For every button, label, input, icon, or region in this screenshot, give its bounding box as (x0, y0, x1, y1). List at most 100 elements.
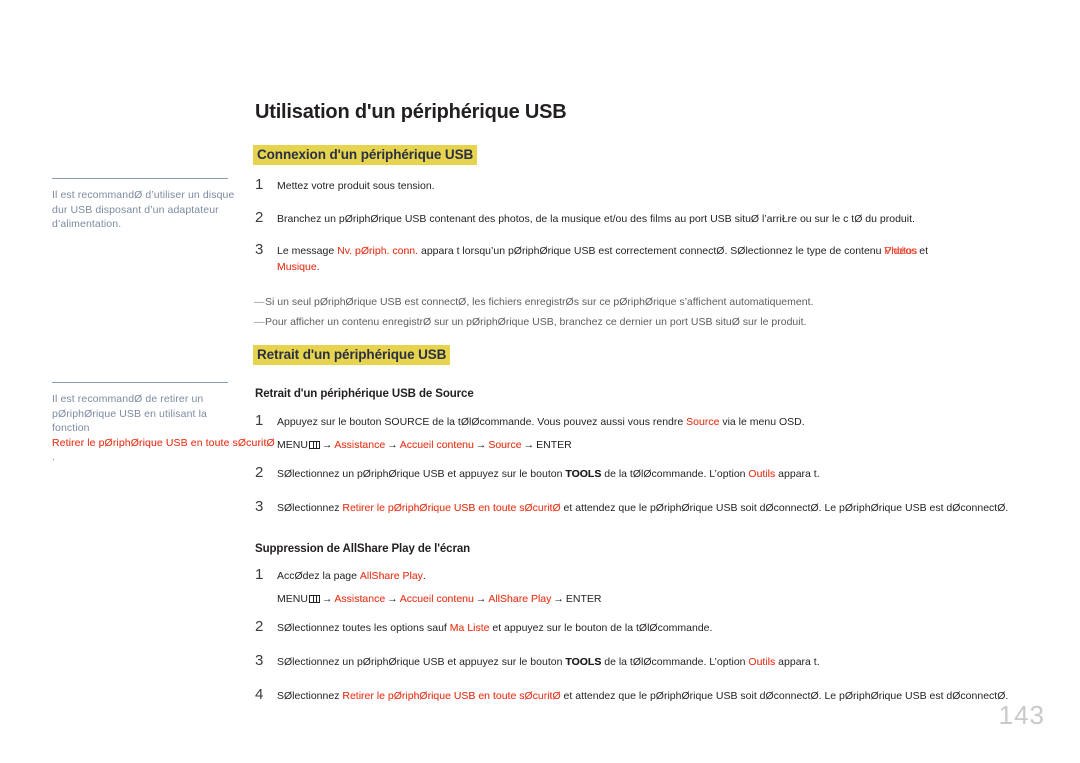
osd-label-b: Retirer le pØriphØrique USB en toute sØc… (342, 502, 561, 514)
button-label-tools: TOOLS TOOLS (565, 654, 601, 670)
step-text-after: et attendez que le pØriphØrique USB soit… (560, 502, 1009, 514)
sidebar-note-tail: . (52, 451, 56, 463)
osd-label-b: Outils (748, 468, 776, 480)
step-allshare-4: 4 SØlectionnez Retirer le pØriphØrique U… (255, 686, 1045, 704)
step-text-before: SØlectionnez (277, 690, 343, 702)
step-number: 3 (255, 498, 264, 515)
subheading-retrait-source: Retrait d'un périphérique USB de Source (255, 388, 474, 400)
note-text: Si un seul pØriphØrique USB est connectØ… (265, 296, 814, 308)
step-text: Mettez votre produit sous tension. (277, 178, 435, 194)
step-retrait-2: 2 SØlectionnez un pØriphØrique USB et ap… (255, 464, 1045, 482)
step-text-before: Le message (277, 245, 338, 257)
menu-item-assistance: Assistance Assistance (334, 591, 385, 607)
note-display-content: — Pour afficher un contenu enregistrØ su… (254, 314, 1034, 330)
sidebar-note-highlight: Retirer le pØriphØrique USB en toute sØc… (52, 436, 275, 451)
step-retrait-3: 3 SØlectionnez Retirer le pØriphØrique U… (255, 498, 1045, 516)
step-text-mid: de la tØlØcommande. L’option (601, 656, 749, 668)
menu-label: MENU (277, 439, 308, 451)
step-allshare-3: 3 SØlectionnez un pØriphØrique USB et ap… (255, 653, 1045, 670)
dash-icon: — (254, 316, 265, 328)
button-label-b: TOOLS (565, 656, 602, 668)
manual-page: Utilisation d'un périphérique USB Il est… (0, 0, 1080, 763)
osd-label-musique: Musique Musique (277, 259, 317, 275)
osd-label-ma-liste: Ma Liste Ma Liste (450, 620, 490, 636)
step-retrait-1: 1 Appuyez sur le bouton SOURCE de la tØl… (255, 412, 1045, 453)
arrow-icon: → (321, 593, 333, 605)
arrow-icon: → (387, 593, 398, 605)
step-text-after: via le menu OSD. (719, 416, 805, 428)
step-text: Appuyez sur le bouton SOURCE de la tØlØc… (277, 414, 805, 453)
menu-item-b: Accueil contenu (399, 439, 474, 451)
step-text-mid2: et (916, 245, 929, 257)
step-number: 2 (255, 209, 264, 226)
step-number: 1 (255, 566, 264, 583)
page-number: 143 (998, 700, 1045, 730)
step-text: Le message Nv. pØriph. conn. Nv. pØriph. … (277, 243, 928, 275)
osd-label-b: Outils (748, 656, 776, 668)
step-text-after: appara t. (775, 656, 820, 668)
sidebar-note-usb-disk: Il est recommandØ d’utiliser un disque d… (52, 178, 240, 232)
osd-label-allshare-play: AllShare Play AllShare Play (360, 568, 423, 584)
sidebar-note-text: Il est recommandØ de retirer un pØriphØr… (52, 392, 275, 465)
osd-label-photos: Photos (884, 245, 918, 257)
step-text: SØlectionnez toutes les options sauf Ma … (277, 620, 712, 636)
osd-label-safe-remove: Retirer le pØriphØrique USB en toute sØc… (342, 688, 560, 704)
menu-label: MENU (277, 593, 308, 605)
osd-label-videos-photos: Vidéos Photos (884, 243, 918, 259)
menu-remote-icon (308, 441, 320, 449)
step-number: 2 (255, 464, 264, 481)
sidebar-note-body: Il est recommandØ d’utiliser un disque d… (52, 189, 235, 230)
osd-label-musique-b: Musique (277, 261, 317, 273)
osd-label-outils: Outils Outils (748, 466, 775, 482)
step-text-before: SØlectionnez toutes les options sauf (277, 622, 450, 634)
osd-label-b: Retirer le pØriphØrique USB en toute sØc… (342, 690, 561, 702)
step-text: AccØdez la page AllShare Play AllShare Pl… (277, 568, 601, 607)
dash-icon: — (254, 296, 265, 308)
sidebar-note-body: Il est recommandØ de retirer un pØriphØr… (52, 393, 207, 434)
step-text-before: Branchez un pØriphØrique USB contenant d… (277, 213, 915, 225)
menu-item-source: Source Source (488, 437, 521, 453)
arrow-icon: → (321, 439, 333, 451)
step-allshare-2: 2 SØlectionnez toutes les options sauf M… (255, 618, 1045, 636)
step-text-after: . (316, 261, 320, 273)
step-number: 2 (255, 618, 264, 635)
step-number: 4 (255, 686, 264, 703)
step-text-after: . (422, 570, 426, 582)
arrow-icon: → (523, 439, 535, 451)
sidebar-note-highlight-b: Retirer le pØriphØrique USB en toute sØc… (52, 436, 275, 449)
menu-item-b: Assistance (334, 593, 386, 605)
arrow-icon: → (553, 593, 564, 605)
menu-item-b: AllShare Play (488, 593, 552, 605)
menu-path-allshare: MENU → Assistance Assistance → Accueil conten… (277, 591, 601, 607)
sidebar-note-safe-remove: Il est recommandØ de retirer un pØriphØr… (52, 382, 275, 465)
step-text: SØlectionnez un pØriphØrique USB et appu… (277, 466, 820, 482)
menu-item-accueil-contenu: Accueil contenu Accueil contenu (400, 591, 474, 607)
step-text-before: SØlectionnez un pØriphØrique USB et appu… (277, 468, 566, 480)
step-text-before: Appuyez sur le bouton SOURCE de la tØlØc… (277, 416, 687, 428)
step-connexion-1: 1 Mettez votre produit sous tension. (255, 176, 1035, 194)
step-number: 1 (255, 176, 264, 193)
menu-remote-icon (308, 595, 320, 603)
step-number: 1 (255, 412, 264, 429)
osd-label-safe-remove: Retirer le pØriphØrique USB en toute sØc… (342, 500, 560, 516)
osd-label-new-device: Nv. pØriph. conn. Nv. pØriph. conn. (337, 243, 418, 259)
step-text-before: AccØdez la page (277, 570, 360, 582)
arrow-icon: → (387, 439, 398, 451)
menu-item-assistance: Assistance Assistance (334, 437, 385, 453)
subheading-allshare: Suppression de AllShare Play de l'écran (255, 543, 471, 555)
menu-path-source: MENU → Assistance Assistance → Accueil conten… (277, 437, 805, 453)
step-text: SØlectionnez Retirer le pØriphØrique USB… (277, 500, 1008, 516)
osd-label-b: AllShare Play (359, 570, 423, 582)
step-text-after: appara t. (775, 468, 820, 480)
step-connexion-3: 3 Le message Nv. pØriph. conn. Nv. pØriph… (255, 242, 1015, 275)
section-heading-retrait: Retrait d'un périphérique USB (253, 345, 451, 365)
enter-label: ENTER (565, 593, 602, 605)
note-text: Pour afficher un contenu enregistrØ sur … (265, 316, 807, 328)
section-heading-connexion: Connexion d'un périphérique USB (253, 145, 478, 165)
step-text-before: SØlectionnez (277, 502, 343, 514)
menu-item-b: Assistance (334, 439, 386, 451)
osd-label-outils: Outils Outils (748, 654, 775, 670)
step-text-before: Mettez votre produit sous tension. (277, 180, 435, 192)
sidebar-note-text: Il est recommandØ d’utiliser un disque d… (52, 188, 240, 232)
button-label-b: TOOLS (565, 468, 602, 480)
